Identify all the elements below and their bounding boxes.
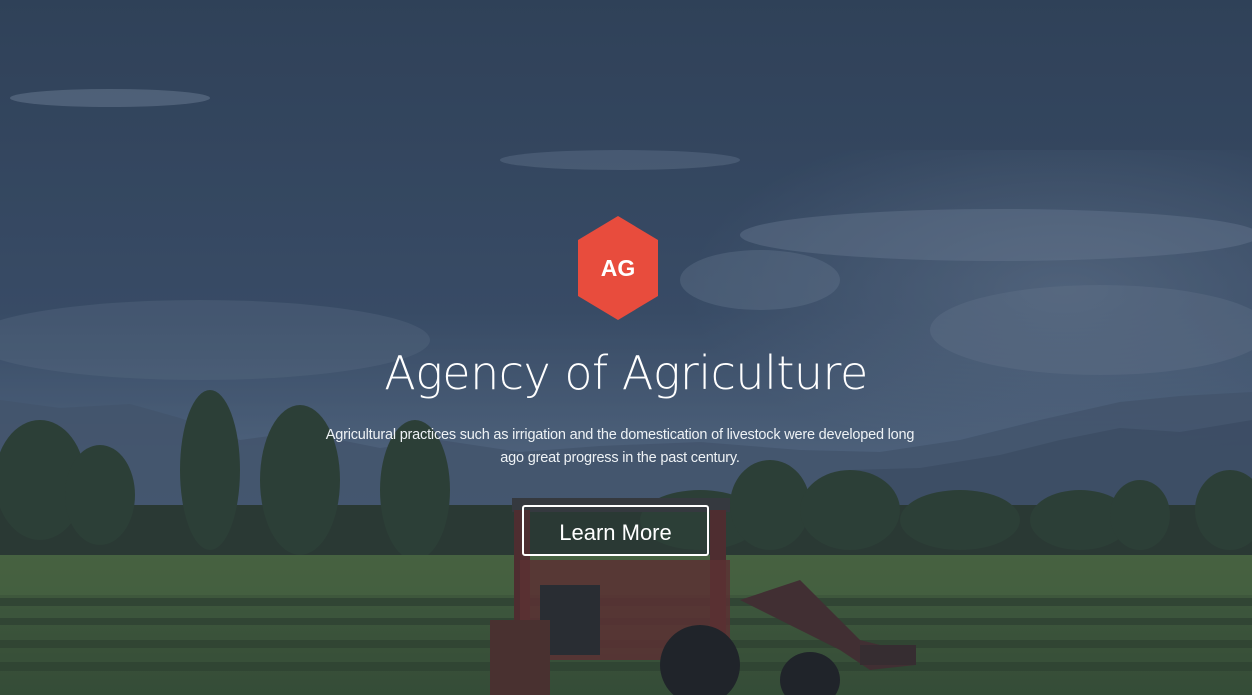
hero-section: AG Agency of Agriculture Agricultural pr… [0,0,1252,695]
brand-logo: AG [578,216,658,320]
learn-more-button[interactable]: Learn More [522,505,709,556]
logo-initials: AG [600,255,636,281]
hero-subtitle: Agricultural practices such as irrigatio… [325,427,915,466]
hero-content: AG Agency of Agriculture Agricultural pr… [0,0,1252,695]
hero-title: Agency of Agriculture [384,346,868,400]
